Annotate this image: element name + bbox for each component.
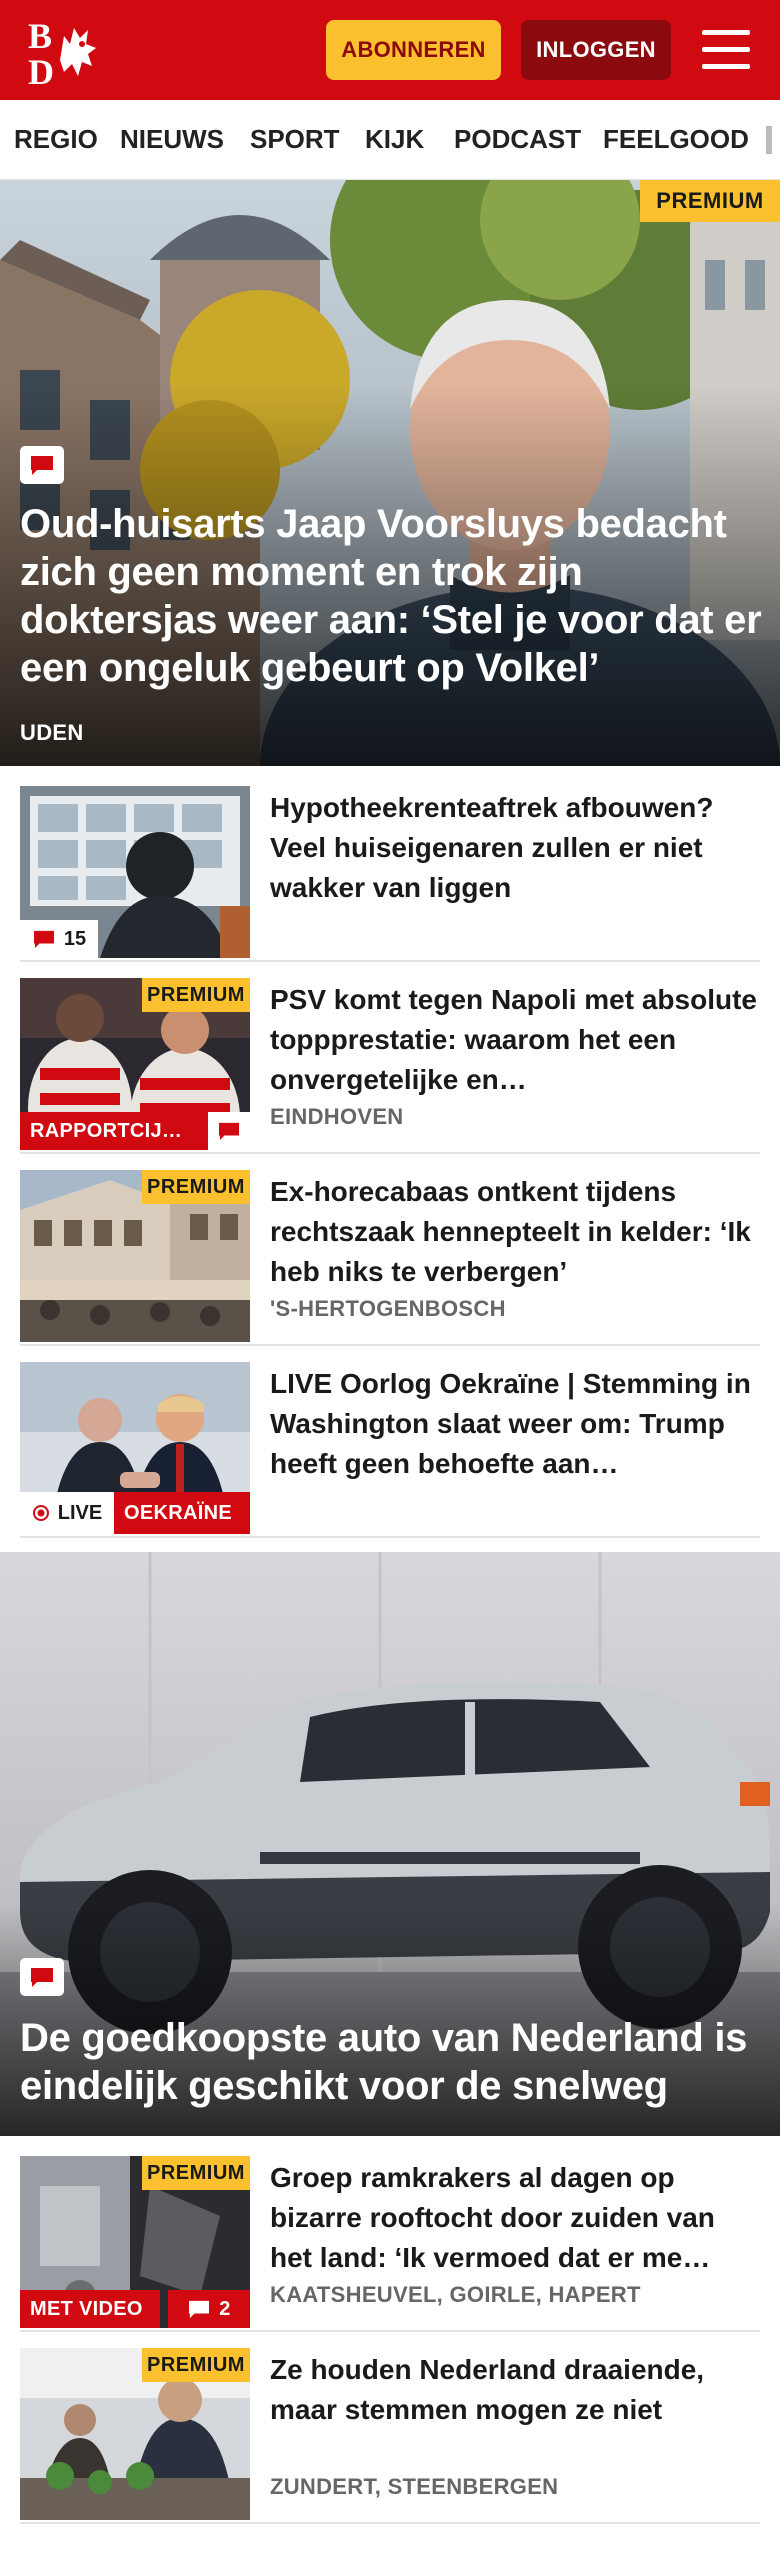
nav-item-kijk[interactable]: KIJK (365, 124, 424, 155)
article-item[interactable]: PREMIUM MET VIDEO 2 Groep ramkrakers al … (20, 2156, 760, 2332)
premium-badge: PREMIUM (142, 1170, 250, 1204)
article-location: EINDHOVEN (270, 1104, 404, 1129)
comment-icon (33, 930, 54, 949)
comment-icon (20, 1958, 64, 1996)
article-item[interactable]: 15 Hypotheekrenteaftrek afbouwen? Veel h… (20, 786, 760, 962)
comment-icon[interactable] (208, 1112, 250, 1150)
comment-icon (189, 2300, 210, 2319)
article-location: 'S-HERTOGENBOSCH (270, 1296, 506, 1321)
nav-item-sport[interactable]: SPORT (250, 124, 340, 155)
live-badge: LIVE (20, 1492, 114, 1534)
article-item[interactable]: LIVE OEKRAÏNE LIVE Oorlog Oekraïne | Ste… (20, 1362, 760, 1538)
hero-headline[interactable]: Oud-huisarts Jaap Voorsluys bedacht zich… (20, 500, 770, 692)
article-item[interactable]: PREMIUM Ze houden Nederland draaiende, m… (20, 2348, 760, 2524)
comment-count-badge[interactable]: 2 (168, 2290, 250, 2328)
premium-badge: PREMIUM (142, 978, 250, 1012)
subscribe-button[interactable]: ABONNEREN (326, 20, 501, 80)
nav-item-podcast[interactable]: PODCAST (454, 124, 581, 155)
nav-item-feelgood[interactable]: FEELGOOD (603, 124, 749, 155)
comment-count-badge[interactable]: 15 (20, 920, 98, 958)
article-headline[interactable]: LIVE Oorlog Oekraïne | Stemming in Washi… (270, 1364, 760, 1484)
nav-overflow-indicator (766, 126, 772, 154)
premium-badge: PREMIUM (142, 2348, 250, 2382)
hero-location: UDEN (20, 720, 84, 745)
featured-headline[interactable]: De goedkoopste auto van Nederland is ein… (20, 2014, 770, 2110)
premium-badge: PREMIUM (142, 2156, 250, 2190)
video-label[interactable]: MET VIDEO (20, 2290, 160, 2328)
section-nav: REGIO NIEUWS SPORT KIJK PODCAST FEELGOOD (0, 100, 780, 180)
comment-count: 2 (219, 2297, 231, 2320)
comment-count: 15 (63, 927, 87, 950)
comment-icon (20, 446, 64, 484)
hero-article[interactable]: PREMIUM Oud-huisarts Jaap Voorsluys beda… (0, 180, 780, 766)
hamburger-menu-icon[interactable] (700, 26, 754, 74)
article-location: ZUNDERT, STEENBERGEN (270, 2474, 559, 2499)
nav-item-regio[interactable]: REGIO (14, 124, 98, 155)
live-dot-icon (32, 1505, 49, 1521)
premium-badge: PREMIUM (640, 180, 780, 222)
category-label[interactable]: RAPPORTCIJ… (20, 1112, 208, 1150)
article-headline[interactable]: Hypotheekrenteaftrek afbouwen? Veel huis… (270, 788, 760, 908)
top-header: B D ABONNEREN INLOGGEN (0, 0, 780, 100)
article-headline[interactable]: Ex-horecabaas ontkent tijdens rechtszaak… (270, 1172, 760, 1292)
article-headline[interactable]: Groep ramkrakers al dagen op bizarre roo… (270, 2158, 760, 2278)
article-headline[interactable]: PSV komt tegen Napoli met absolute toppp… (270, 980, 760, 1100)
article-headline[interactable]: Ze houden Nederland draaiende, maar stem… (270, 2350, 760, 2430)
article-item[interactable]: PREMIUM Ex-horecabaas ontkent tijdens re… (20, 1170, 760, 1346)
article-location: KAATSHEUVEL, GOIRLE, HAPERT (270, 2282, 641, 2307)
login-button[interactable]: INLOGGEN (521, 20, 671, 80)
svg-text:D: D (28, 52, 54, 86)
featured-article[interactable]: De goedkoopste auto van Nederland is ein… (0, 1552, 780, 2136)
article-item[interactable]: PREMIUM RAPPORTCIJ… PSV komt tegen Napol… (20, 978, 760, 1154)
svg-text:B: B (28, 16, 52, 56)
nav-item-nieuws[interactable]: NIEUWS (120, 124, 224, 155)
live-label: LIVE (57, 1501, 103, 1524)
bd-logo[interactable]: B D (26, 14, 116, 92)
category-label[interactable]: OEKRAÏNE (114, 1492, 250, 1534)
